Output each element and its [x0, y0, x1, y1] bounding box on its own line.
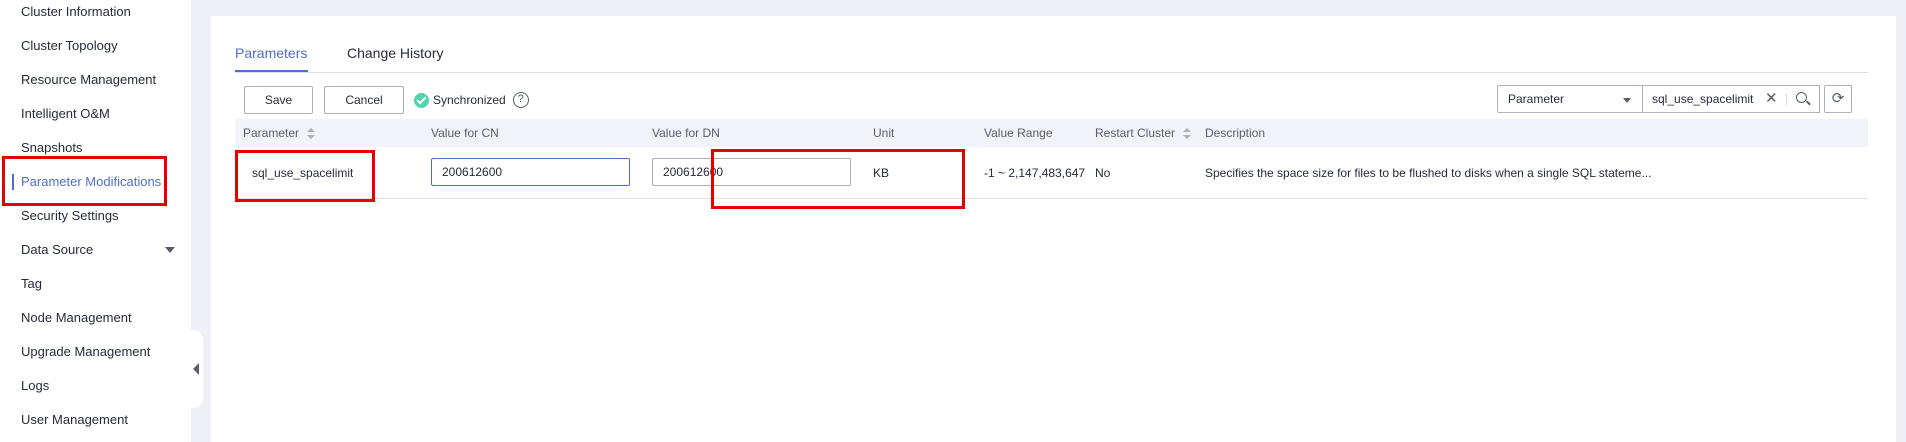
- column-header-value-range: Value Range: [984, 126, 1053, 140]
- sidebar-item-label: Node Management: [21, 310, 132, 325]
- column-header-restart-cluster[interactable]: Restart Cluster: [1095, 119, 1192, 147]
- sidebar-item-cluster-topology[interactable]: Cluster Topology: [0, 29, 191, 63]
- refresh-icon: ⟳: [1831, 90, 1845, 107]
- cell-restart-cluster: No: [1095, 166, 1111, 180]
- sidebar-item-data-source[interactable]: Data Source: [0, 233, 191, 267]
- sidebar-item-label: Tag: [21, 276, 42, 291]
- sidebar-item-label: Cluster Topology: [21, 38, 118, 53]
- highlight-box-sidebar: [2, 156, 167, 206]
- cancel-button[interactable]: Cancel: [324, 86, 404, 114]
- sidebar-item-label: Intelligent O&M: [21, 106, 110, 121]
- check-circle-icon: [414, 92, 429, 108]
- sidebar-item-label: User Management: [21, 412, 128, 427]
- caret-left-icon: [193, 363, 199, 375]
- search-query: sql_use_spacelimit: [1652, 92, 1754, 106]
- table-row: sql_use_spacelimit 200612600 200612600 K…: [235, 147, 1868, 199]
- sidebar-item-upgrade-management[interactable]: Upgrade Management: [0, 335, 191, 369]
- highlight-box-parameter: [235, 150, 375, 202]
- tab-change-history[interactable]: Change History: [347, 43, 444, 63]
- search-field-select[interactable]: Parameter: [1497, 85, 1643, 113]
- sidebar-item-intelligent-om[interactable]: Intelligent O&M: [0, 97, 191, 131]
- search-input[interactable]: sql_use_spacelimit ✕: [1642, 85, 1820, 113]
- value-cn-input[interactable]: 200612600: [431, 158, 630, 186]
- column-header-value-cn: Value for CN: [431, 126, 499, 140]
- active-tab-underline: [235, 70, 308, 72]
- save-button[interactable]: Save: [244, 86, 313, 114]
- tab-divider: [235, 72, 1868, 73]
- column-header-unit: Unit: [873, 126, 895, 140]
- sidebar-item-label: Logs: [21, 378, 50, 393]
- sidebar-item-user-management[interactable]: User Management: [0, 403, 191, 437]
- sync-status-label: Synchronized: [433, 93, 506, 107]
- help-icon[interactable]: ?: [512, 92, 529, 108]
- close-icon[interactable]: ✕: [1765, 86, 1778, 112]
- column-header-description: Description: [1205, 126, 1266, 140]
- sidebar-item-label: Resource Management: [21, 72, 157, 87]
- sidebar-item-resource-management[interactable]: Resource Management: [0, 63, 191, 97]
- column-header-parameter[interactable]: Parameter: [243, 119, 316, 147]
- sync-status: Synchronized ?: [414, 91, 529, 109]
- highlight-box-value-dn: [711, 149, 965, 209]
- sort-icon[interactable]: [307, 127, 316, 140]
- cell-value-range: -1 ~ 2,147,483,647: [984, 166, 1086, 180]
- sidebar-collapse-handle[interactable]: [183, 330, 203, 408]
- sidebar-item-label: Upgrade Management: [21, 344, 151, 359]
- sidebar-item-label: Security Settings: [21, 208, 119, 223]
- search-divider: [1786, 93, 1787, 106]
- search-field-value: Parameter: [1508, 92, 1565, 106]
- column-header-value-dn: Value for DN: [652, 126, 720, 140]
- chevron-down-icon: [1623, 98, 1631, 103]
- sidebar-item-label: Snapshots: [21, 140, 83, 155]
- sidebar-item-label: Cluster Information: [21, 4, 131, 19]
- tab-parameters[interactable]: Parameters: [235, 43, 307, 63]
- sidebar-item-tag[interactable]: Tag: [0, 267, 191, 301]
- main-panel: Parameters Change History Save Cancel Sy…: [211, 16, 1896, 442]
- sidebar: Cluster Information Cluster Topology Res…: [0, 0, 191, 442]
- sidebar-item-logs[interactable]: Logs: [0, 369, 191, 403]
- sidebar-item-cluster-information[interactable]: Cluster Information: [0, 0, 191, 29]
- sidebar-item-node-management[interactable]: Node Management: [0, 301, 191, 335]
- sort-icon[interactable]: [1183, 127, 1192, 140]
- cell-description: Specifies the space size for files to be…: [1205, 166, 1652, 180]
- search-icon[interactable]: [1796, 92, 1807, 103]
- table-header: Parameter Value for CN Value for DN Unit…: [235, 119, 1868, 147]
- refresh-button[interactable]: ⟳: [1824, 85, 1852, 113]
- sidebar-item-label: Data Source: [21, 242, 94, 257]
- chevron-down-icon: [165, 247, 175, 253]
